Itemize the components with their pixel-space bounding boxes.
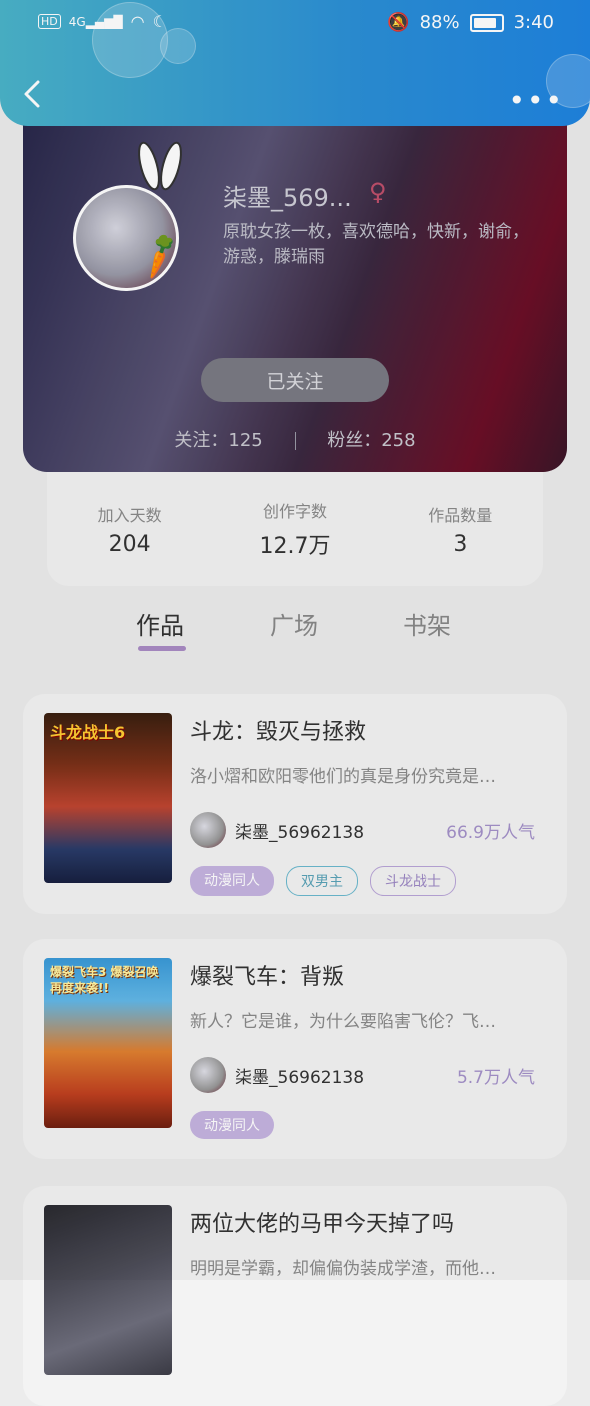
author-avatar [190,1057,226,1093]
stat-words: 创作字数 12.7万 [220,498,370,560]
network-label: 4G [68,14,86,29]
clock: 3:40 [513,12,554,33]
cover-title: 斗龙战士6 [50,723,126,742]
stat-days: 加入天数 204 [55,502,205,557]
moon-icon: ☾ [152,12,167,31]
stats-card: 加入天数 204 创作字数 12.7万 作品数量 3 [47,472,543,586]
bunny-ears-icon [138,141,182,191]
work-popularity: 66.9万人气 [446,823,535,843]
wifi-icon: ◠ [130,12,145,31]
following-count[interactable]: 关注：125 [174,430,262,451]
bio: 原耽女孩一枚，喜欢德哈，快新，谢俞，游惑，滕瑞雨 [223,222,529,267]
work-desc: 洛小熠和欧阳零他们的真是身份究竟是… [190,767,496,787]
work-card[interactable]: 两位大佬的马甲今天掉了吗 明明是学霸，却偏偏伪装成学渣，而他… [23,1186,567,1406]
tag[interactable]: 动漫同人 [190,866,274,896]
work-card[interactable]: 爆裂飞车3 爆裂召唤 再度来袭!! 爆裂飞车：背叛 新人？它是谁，为什么要陷害飞… [23,939,567,1159]
tab-bar: 作品 广场 书架 [0,600,590,660]
work-popularity: 5.7万人气 [456,1068,535,1088]
back-icon[interactable] [20,78,44,110]
tab-bookshelf[interactable]: 书架 [403,606,451,641]
work-title: 两位大佬的马甲今天掉了吗 [190,1212,455,1237]
battery-percent: 88% [419,12,460,33]
divider [294,432,296,450]
stat-label: 作品数量 [428,505,493,525]
hd-icon: HD [38,14,61,29]
signal-icon: 4G▂▄▆█ [68,14,123,29]
female-icon: ♀ [369,178,387,206]
profile-card: 🥕 柒墨_569... ♀ 原耽女孩一枚，喜欢德哈，快新，谢俞，游惑，滕瑞雨 已… [23,100,567,472]
work-cover[interactable]: 斗龙战士6 [44,713,172,883]
stat-label: 创作字数 [262,502,327,521]
tag[interactable]: 双男主 [286,866,358,896]
work-cover[interactable]: 爆裂飞车3 爆裂召唤 再度来袭!! [44,958,172,1128]
follow-stats: 关注：125 粉丝：258 [23,426,567,452]
followers-count[interactable]: 粉丝：258 [327,430,415,451]
stat-value: 12.7万 [259,534,331,559]
work-author: 柒墨_56962138 [235,823,365,843]
tab-square[interactable]: 广场 [270,606,318,641]
work-desc: 新人？它是谁，为什么要陷害飞伦？飞… [190,1012,496,1032]
work-desc: 明明是学霸，却偏偏伪装成学渣，而他… [190,1259,496,1279]
more-icon[interactable]: ••• [508,84,564,117]
work-title: 爆裂飞车：背叛 [190,965,345,990]
header-bar: HD 4G▂▄▆█ ◠ ☾ 🔕 88% 3:40 ••• [0,0,590,126]
tab-works[interactable]: 作品 [136,606,184,641]
stat-value: 204 [108,531,151,557]
tag[interactable]: 斗龙战士 [370,866,456,896]
follow-button[interactable]: 已关注 [201,358,389,402]
stat-label: 加入天数 [97,505,162,525]
work-card[interactable]: 斗龙战士6 斗龙：毁灭与拯救 洛小熠和欧阳零他们的真是身份究竟是… 柒墨_569… [23,694,567,914]
status-left: HD 4G▂▄▆█ ◠ ☾ [38,12,167,31]
tag-list: 动漫同人 [190,1111,274,1139]
tag-list: 动漫同人 双男主 斗龙战士 [190,866,456,896]
tag[interactable]: 动漫同人 [190,1111,274,1139]
mute-bell-icon: 🔕 [387,12,410,33]
work-title: 斗龙：毁灭与拯救 [190,720,367,745]
cover-title: 爆裂飞车3 爆裂召唤 再度来袭!! [50,965,159,995]
stat-value: 3 [453,531,468,557]
author-avatar [190,812,226,848]
status-right: 🔕 88% 3:40 [387,12,554,33]
nickname: 柒墨_569... [223,184,352,212]
decor-bubble [160,28,196,64]
tab-indicator [138,646,186,651]
work-cover[interactable] [44,1205,172,1375]
stat-works: 作品数量 3 [385,502,535,557]
work-author: 柒墨_56962138 [235,1068,365,1088]
battery-icon [469,13,504,32]
